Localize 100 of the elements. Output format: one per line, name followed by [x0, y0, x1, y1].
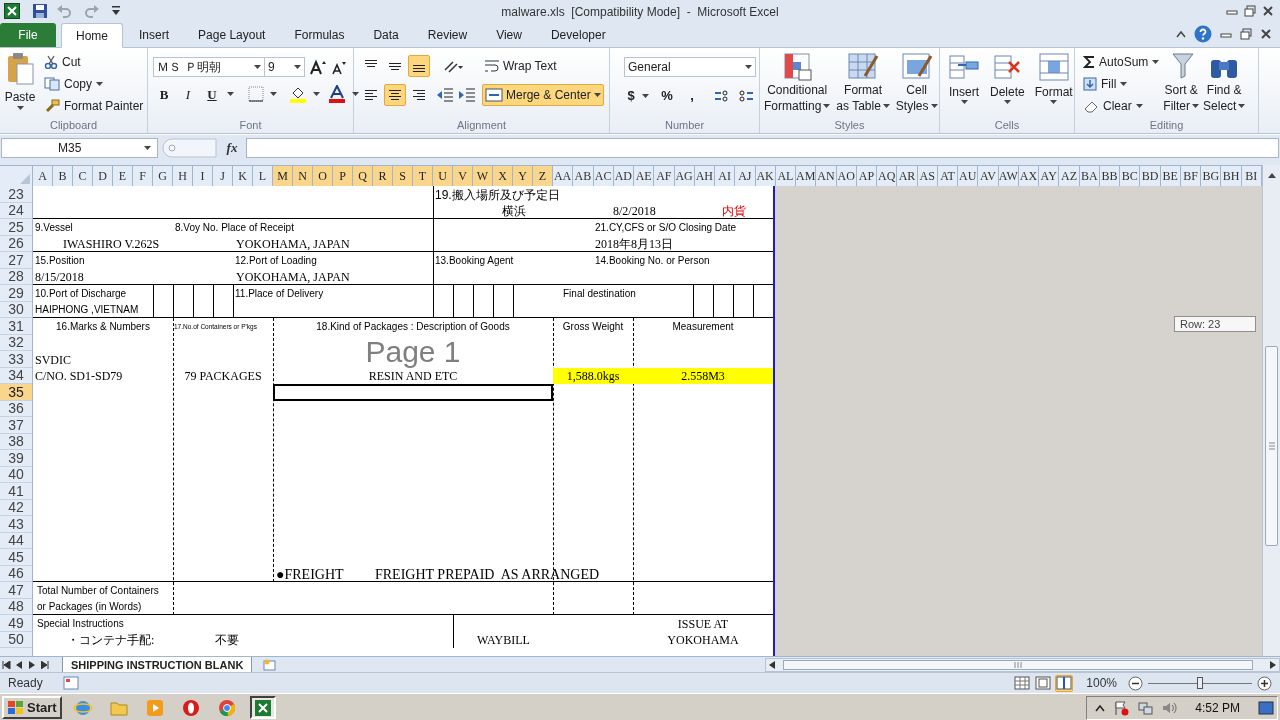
row-header[interactable]: 29	[0, 285, 32, 302]
align-center-button[interactable]	[384, 84, 406, 106]
arrow-right-icon[interactable]	[41, 660, 50, 669]
row-header[interactable]: 26	[0, 235, 32, 252]
help-icon[interactable]	[1194, 25, 1212, 43]
font-name-field[interactable]: ＭＳ Ｐ明朝	[153, 57, 265, 77]
row-header[interactable]: 44	[0, 532, 32, 549]
ribbon-tab[interactable]: Page Layout	[185, 23, 279, 47]
cut-button[interactable]: Cut	[44, 52, 144, 71]
row-header[interactable]: 25	[0, 219, 32, 236]
table-button[interactable]: Format as Table	[836, 52, 890, 114]
row-header[interactable]: 48	[0, 598, 32, 615]
row-header[interactable]: 43	[0, 516, 32, 533]
save-icon[interactable]	[32, 3, 48, 19]
ribbon-tab[interactable]: Data	[360, 23, 412, 47]
text-orientation-icon[interactable]	[442, 58, 464, 74]
ribbon-tab[interactable]: File	[0, 23, 56, 47]
row-header[interactable]: 28	[0, 268, 32, 285]
column-header[interactable]: V	[453, 166, 473, 186]
row-header[interactable]: 23	[0, 186, 32, 203]
row-header[interactable]: 46	[0, 565, 32, 582]
excel-logo-icon[interactable]	[4, 3, 20, 19]
autosum-button[interactable]: AutoSum	[1083, 52, 1160, 71]
cellstyles-button[interactable]: Cell Styles	[895, 52, 938, 114]
cell-selection[interactable]	[273, 384, 553, 401]
decrease-indent-icon[interactable]	[436, 87, 454, 103]
sheet-tab[interactable]: SHIPPING INSTRUCTION BLANK	[62, 656, 253, 673]
ribbon-tab[interactable]: View	[483, 23, 535, 47]
ribbon-tab[interactable]: Insert	[126, 23, 183, 47]
number-format-field[interactable]: General	[624, 57, 756, 77]
scroll-thumb[interactable]	[1265, 346, 1278, 546]
arrow-left-icon[interactable]	[15, 660, 24, 669]
name-box[interactable]: M35	[1, 137, 158, 158]
wrap-text-button[interactable]: Wrap Text	[484, 55, 557, 77]
column-header[interactable]: W	[473, 166, 493, 186]
conditional-button[interactable]: Conditional Formatting	[764, 52, 831, 114]
formula-input-field[interactable]	[246, 137, 1279, 158]
close-icon[interactable]	[1262, 5, 1274, 17]
column-header[interactable]: Y	[513, 166, 533, 186]
column-header[interactable]: N	[293, 166, 313, 186]
arrow-right-icon[interactable]	[28, 660, 37, 669]
layout-view-button[interactable]	[1034, 674, 1053, 692]
copy-button[interactable]: Copy	[44, 74, 144, 93]
column-header[interactable]: M	[273, 166, 293, 186]
column-header[interactable]: R	[373, 166, 393, 186]
fill-color-icon[interactable]	[289, 85, 307, 103]
column-header[interactable]: T	[413, 166, 433, 186]
vertical-scrollbar[interactable]	[1262, 186, 1280, 656]
sort-filter-button[interactable]: Sort & Filter	[1163, 52, 1200, 114]
scroll-thumb[interactable]	[783, 659, 1253, 670]
font-color-icon[interactable]	[328, 85, 346, 103]
format-cells-button[interactable]: Format	[1034, 52, 1073, 104]
collapse-ribbon-icon[interactable]	[1176, 30, 1186, 38]
slider-thumb[interactable]	[1197, 677, 1203, 689]
zoom-in-icon[interactable]	[1257, 675, 1272, 691]
start-button[interactable]: Start	[2, 696, 62, 719]
row-header[interactable]: 36	[0, 400, 32, 417]
shrink-font-icon[interactable]	[330, 59, 346, 75]
row-header[interactable]: 32	[0, 334, 32, 351]
arrow-left-icon[interactable]	[2, 660, 11, 669]
ribbon-tab[interactable]: Home	[61, 23, 123, 48]
row-header[interactable]: 42	[0, 499, 32, 516]
delete-cells-button[interactable]: Delete	[990, 52, 1025, 104]
row-header[interactable]: 38	[0, 433, 32, 450]
row-header[interactable]: 33	[0, 351, 32, 368]
row-header[interactable]: 49	[0, 615, 32, 632]
clear-button[interactable]: Clear	[1083, 96, 1160, 115]
restore-icon[interactable]	[1244, 5, 1256, 17]
column-header[interactable]: S	[393, 166, 413, 186]
scroll-up-button[interactable]	[1262, 165, 1280, 186]
flag-error-icon[interactable]	[1113, 699, 1130, 716]
macro-record-icon[interactable]	[62, 676, 79, 690]
insert-cells-button[interactable]: Insert	[948, 52, 980, 104]
font-size-field[interactable]: 9	[265, 57, 305, 77]
row-header[interactable]: 45	[0, 549, 32, 566]
column-header[interactable]: O	[313, 166, 333, 186]
chevron-up-icon[interactable]	[1095, 703, 1106, 712]
row-header[interactable]: 24	[0, 202, 32, 219]
currency-button[interactable]: $	[624, 86, 638, 106]
taskbar-app-button[interactable]	[249, 696, 276, 719]
ribbon-tab[interactable]: Developer	[537, 23, 619, 47]
grow-font-icon[interactable]	[309, 59, 327, 75]
row-header[interactable]: 30	[0, 301, 32, 318]
row-header[interactable]: 27	[0, 252, 32, 269]
column-header[interactable]: P	[333, 166, 353, 186]
restore-icon[interactable]	[1240, 28, 1252, 40]
borders-icon[interactable]	[248, 86, 264, 102]
formula-bar-handle-icon[interactable]	[162, 137, 218, 158]
row-header[interactable]: 47	[0, 582, 32, 599]
pagebreak-view-button[interactable]	[1055, 674, 1074, 692]
horizontal-scrollbar[interactable]	[765, 657, 1280, 672]
fill-button[interactable]: Fill	[1083, 74, 1160, 93]
row-header[interactable]: 37	[0, 417, 32, 434]
column-header[interactable]: U	[433, 166, 453, 186]
network-icon[interactable]	[1137, 699, 1154, 716]
merge-center-button[interactable]: Merge & Center	[482, 84, 604, 106]
paste-button[interactable]: Paste	[0, 48, 40, 117]
column-header[interactable]: Q	[353, 166, 373, 186]
ribbon-tab[interactable]: Formulas	[281, 23, 358, 47]
row-header[interactable]: 31	[0, 318, 32, 335]
